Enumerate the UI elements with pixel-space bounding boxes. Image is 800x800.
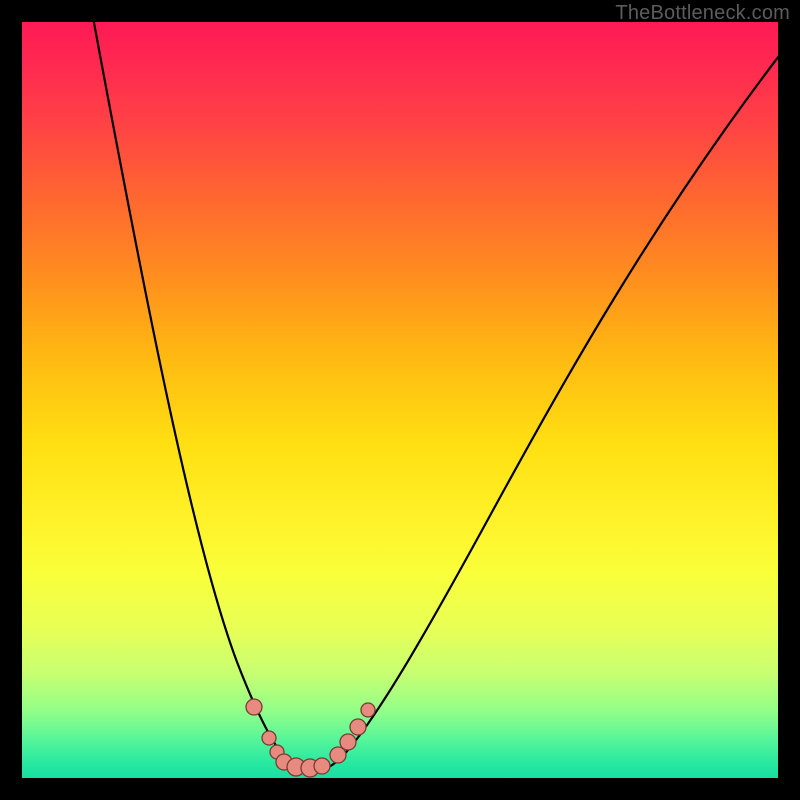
plot-area	[22, 22, 778, 778]
chart-frame: TheBottleneck.com	[0, 0, 800, 800]
data-marker	[340, 734, 356, 750]
data-marker	[361, 703, 375, 717]
marker-group	[246, 699, 375, 777]
data-marker	[246, 699, 262, 715]
data-marker	[314, 758, 330, 774]
bottleneck-curve	[92, 22, 778, 772]
data-marker	[350, 719, 366, 735]
watermark-text: TheBottleneck.com	[615, 2, 790, 25]
data-marker	[262, 731, 276, 745]
chart-svg	[22, 22, 778, 778]
